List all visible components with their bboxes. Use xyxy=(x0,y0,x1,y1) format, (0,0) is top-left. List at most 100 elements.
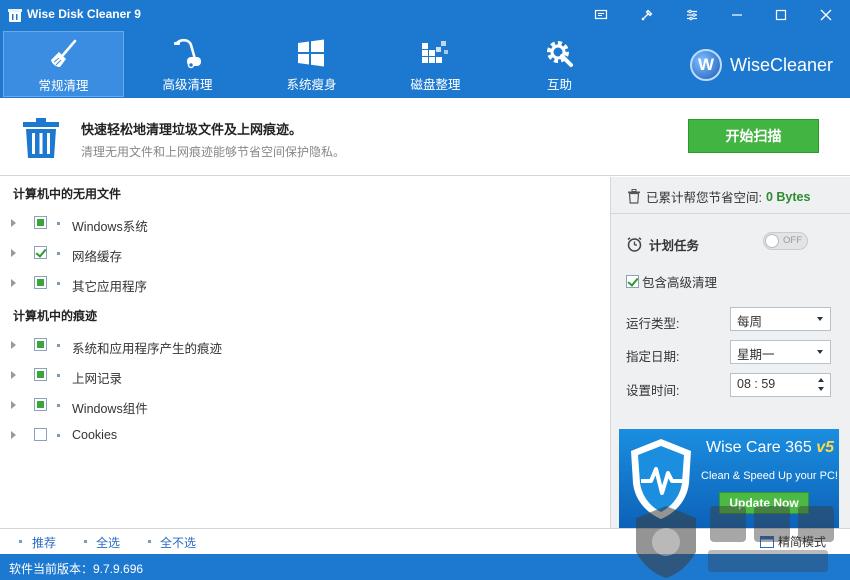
compact-mode-button[interactable]: 精简模式 xyxy=(760,533,826,550)
bullet-icon xyxy=(19,540,22,543)
list-item[interactable]: Cookies xyxy=(0,424,600,446)
header: Wise Disk Cleaner 9 常规清理 高级清理 系统瘦身 磁盘整理 … xyxy=(0,0,850,98)
item-label: 其它应用程序 xyxy=(72,280,148,294)
item-label: Windows组件 xyxy=(72,402,148,416)
maximize-button[interactable] xyxy=(766,4,796,26)
bullet-icon xyxy=(57,434,60,437)
bullet-icon xyxy=(57,404,60,407)
ad-title: Wise Care 365 v5 xyxy=(706,439,834,457)
expand-arrow-icon[interactable] xyxy=(11,249,16,257)
menu-icon xyxy=(687,9,697,21)
wise-care-ad[interactable]: Wise Care 365 v5 Clean & Speed Up your P… xyxy=(619,429,839,528)
chevron-down-icon xyxy=(817,317,823,321)
ad-product: Wise Care 365 xyxy=(706,439,812,456)
title-bar: Wise Disk Cleaner 9 xyxy=(0,0,850,30)
trash-icon xyxy=(23,118,59,158)
bullet-icon xyxy=(84,540,87,543)
list-item[interactable]: 上网记录 xyxy=(0,364,600,386)
nav-label: 系统瘦身 xyxy=(286,78,337,92)
item-checkbox[interactable] xyxy=(34,276,47,289)
item-checkbox[interactable] xyxy=(34,368,47,381)
minimize-icon xyxy=(732,14,742,16)
select-all-link[interactable]: 全选 xyxy=(96,534,120,551)
date-label: 指定日期: xyxy=(626,350,680,364)
close-button[interactable] xyxy=(811,4,841,26)
select-none-link[interactable]: 全不选 xyxy=(160,534,196,551)
nav-system-slim[interactable]: 系统瘦身 xyxy=(251,31,372,97)
date-value: 星期一 xyxy=(737,348,775,362)
gear-wrench-icon xyxy=(547,41,573,67)
expand-arrow-icon[interactable] xyxy=(11,341,16,349)
item-checkbox[interactable] xyxy=(34,398,47,411)
broom-icon xyxy=(51,39,77,67)
bullet-icon xyxy=(57,222,60,225)
bullet-icon xyxy=(148,540,151,543)
include-advanced-option[interactable]: 包含高级清理 xyxy=(626,272,717,291)
defrag-icon xyxy=(422,41,448,63)
item-label: 系统和应用程序产生的痕迹 xyxy=(72,342,223,356)
chevron-down-icon xyxy=(817,350,823,354)
nav-disk-defrag[interactable]: 磁盘整理 xyxy=(375,31,496,97)
compact-mode-label: 精简模式 xyxy=(778,535,827,549)
list-item[interactable]: 系统和应用程序产生的痕迹 xyxy=(0,334,600,356)
item-checkbox[interactable] xyxy=(34,338,47,351)
menu-button[interactable] xyxy=(677,4,707,26)
close-icon xyxy=(820,9,832,21)
time-spinner[interactable]: 08 : 59 xyxy=(730,373,831,397)
schedule-header: 计划任务 xyxy=(626,235,699,254)
nav-help[interactable]: 互助 xyxy=(499,31,620,97)
list-item[interactable]: 其它应用程序 xyxy=(0,272,600,294)
expand-arrow-icon[interactable] xyxy=(11,371,16,379)
run-type-value: 每周 xyxy=(737,315,763,329)
schedule-toggle[interactable]: OFF xyxy=(763,232,808,250)
maximize-icon xyxy=(775,9,787,21)
time-value: 08 : 59 xyxy=(737,377,776,391)
run-type-label: 运行类型: xyxy=(626,317,680,331)
status-bar: 软件当前版本：9.7.9.696 xyxy=(0,554,850,580)
app-logo-icon xyxy=(8,9,22,22)
message-button[interactable] xyxy=(586,4,616,26)
wisecleaner-logo: W xyxy=(690,49,722,81)
list-item[interactable]: Windows系统 xyxy=(0,212,600,234)
windows-icon xyxy=(298,39,324,67)
run-type-select[interactable]: 每周 xyxy=(730,307,831,331)
brand[interactable]: W WiseCleaner xyxy=(690,49,833,81)
date-select[interactable]: 星期一 xyxy=(730,340,831,364)
info-subtitle: 清理无用文件和上网痕迹能够节省空间保护隐私。 xyxy=(81,145,346,159)
ad-subtitle: Clean & Speed Up your PC! xyxy=(701,470,838,482)
toggle-state: OFF xyxy=(783,235,802,246)
expand-arrow-icon[interactable] xyxy=(11,401,16,409)
bullet-icon xyxy=(57,252,60,255)
expand-arrow-icon[interactable] xyxy=(11,219,16,227)
update-now-button[interactable]: Update Now xyxy=(719,492,809,514)
spin-down-icon[interactable] xyxy=(818,387,824,391)
expand-arrow-icon[interactable] xyxy=(11,431,16,439)
group-title: 计算机中的无用文件 xyxy=(13,187,122,201)
bullet-icon xyxy=(57,374,60,377)
item-checkbox[interactable] xyxy=(34,216,47,229)
spin-up-icon[interactable] xyxy=(818,378,824,382)
alarm-clock-icon xyxy=(627,237,642,252)
nav-advanced-clean[interactable]: 高级清理 xyxy=(127,31,248,97)
compact-mode-icon xyxy=(760,535,774,548)
brand-name: WiseCleaner xyxy=(730,54,834,75)
nav-label: 常规清理 xyxy=(38,79,89,93)
divider xyxy=(611,213,850,214)
list-item[interactable]: Windows组件 xyxy=(0,394,600,416)
item-label: 上网记录 xyxy=(72,372,123,386)
list-footer: 推荐 全选 全不选 xyxy=(0,528,850,554)
expand-arrow-icon[interactable] xyxy=(11,279,16,287)
skin-button[interactable] xyxy=(632,4,662,26)
include-advanced-checkbox[interactable] xyxy=(626,275,639,288)
start-scan-button[interactable]: 开始扫描 xyxy=(688,119,819,153)
recommend-link[interactable]: 推荐 xyxy=(32,534,56,551)
bullet-icon xyxy=(57,344,60,347)
schedule-label: 计划任务 xyxy=(649,239,700,253)
item-checkbox[interactable] xyxy=(34,428,47,441)
item-checkbox[interactable] xyxy=(34,246,47,259)
info-bar: 快速轻松地清理垃圾文件及上网痕迹。 清理无用文件和上网痕迹能够节省空间保护隐私。… xyxy=(0,98,850,176)
nav-common-clean[interactable]: 常规清理 xyxy=(3,31,124,97)
minimize-button[interactable] xyxy=(722,4,752,26)
list-item[interactable]: 网络缓存 xyxy=(0,242,600,264)
info-title: 快速轻松地清理垃圾文件及上网痕迹。 xyxy=(81,122,303,137)
